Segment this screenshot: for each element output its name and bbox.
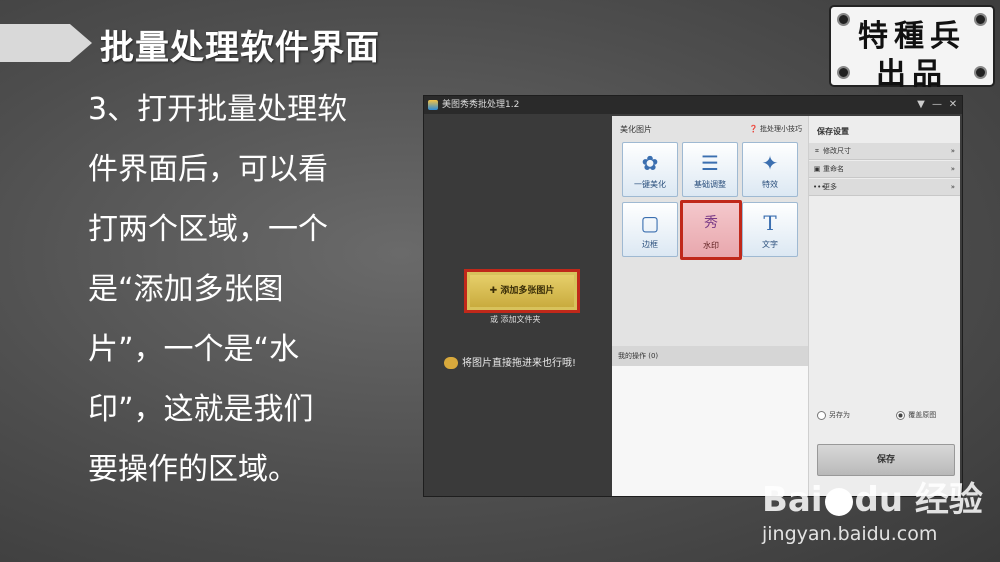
instruction-line: 印”，这就是我们	[88, 392, 314, 427]
window-title: 美图秀秀批处理1.2	[442, 100, 520, 110]
tool-effects[interactable]: ✦ 特效	[742, 142, 798, 197]
save-as-option[interactable]: 另存为	[817, 410, 850, 420]
rename-icon: ▣	[813, 165, 821, 173]
beautify-panel: 美化图片 ❓ 批处理小技巧 ✿ 一键美化 ☰ 基础调整 ✦ 特效 ▢ 边框 秀 …	[612, 116, 808, 496]
bee-mascot-icon	[444, 357, 458, 369]
paw-logo-icon	[824, 487, 853, 516]
text-icon: T	[763, 211, 777, 235]
resize-row[interactable]: ⌗ 修改尺寸 »	[809, 143, 960, 160]
stamp-line-2: 出品	[876, 57, 948, 92]
slide-title: 批量处理软件界面	[100, 28, 380, 68]
rename-row[interactable]: ▣ 重命名 »	[809, 161, 960, 178]
radio-selected-icon	[896, 410, 906, 420]
instruction-line: 片”，一个是“水	[88, 332, 300, 367]
sliders-icon: ☰	[701, 151, 719, 175]
row-label: 修改尺寸	[823, 147, 851, 155]
add-images-highlight: ✚ 添加多张图片	[464, 269, 580, 313]
instruction-text: 3、打开批量处理软 件界面后，可以看 打两个区域，一个 是“添加多张图 片”，一…	[88, 80, 388, 500]
add-folder-link[interactable]: 或 添加文件夹	[490, 314, 541, 325]
app-logo-icon	[428, 100, 438, 110]
save-mode-options: 另存为 覆盖原图	[817, 410, 936, 420]
frame-icon: ▢	[640, 211, 660, 235]
crop-icon: ⌗	[815, 147, 819, 155]
watermark-icon: 秀	[704, 215, 718, 231]
radio-icon	[817, 410, 826, 420]
magic-wand-icon: ✦	[761, 151, 779, 175]
drag-hint-text: 将图片直接拖进来也行哦!	[462, 358, 577, 369]
instruction-line: 件界面后，可以看	[88, 152, 328, 187]
title-arrow-decoration	[0, 24, 92, 62]
row-label: 更多	[823, 183, 837, 191]
tool-label: 文字	[762, 240, 778, 249]
instruction-line: 3、打开批量处理软	[88, 92, 348, 127]
instruction-line: 是“添加多张图	[88, 272, 284, 307]
tool-label: 一键美化	[634, 180, 666, 189]
tool-label: 特效	[762, 180, 778, 189]
chevron-right-icon: »	[950, 183, 955, 191]
watermark-site: jingyan.baidu.com	[762, 523, 938, 545]
tool-one-click-beautify[interactable]: ✿ 一键美化	[622, 142, 678, 197]
image-drop-area[interactable]: ✚ 添加多张图片 或 添加文件夹 将图片直接拖进来也行哦!	[424, 114, 612, 496]
add-images-button[interactable]: ✚ 添加多张图片	[470, 275, 574, 307]
more-icon: •••	[813, 183, 826, 191]
overwrite-label: 覆盖原图	[908, 411, 937, 419]
save-settings-panel: 保存设置 ⌗ 修改尺寸 » ▣ 重命名 » ••• 更多 » 另存为 覆盖原图 …	[808, 116, 960, 496]
chevron-right-icon: »	[950, 147, 955, 155]
row-label: 重命名	[823, 165, 844, 173]
tool-label: 水印	[703, 241, 719, 250]
brand-part: 经验	[914, 480, 983, 520]
author-stamp: 特種兵 出品	[829, 5, 995, 92]
flower-icon: ✿	[641, 151, 659, 175]
chevron-right-icon: »	[950, 165, 955, 173]
tool-label: 基础调整	[694, 180, 726, 189]
window-titlebar[interactable]: 美图秀秀批处理1.2 ▼ — ✕	[424, 96, 962, 114]
close-button[interactable]: ✕	[946, 96, 960, 114]
baidu-jingyan-watermark: Bai du 经验 jingyan.baidu.com	[762, 472, 983, 545]
watermark-brand: Bai du 经验	[762, 472, 983, 521]
overwrite-option[interactable]: 覆盖原图	[896, 410, 937, 420]
batch-app-window: 美图秀秀批处理1.2 ▼ — ✕ ✚ 添加多张图片 或 添加文件夹 将图片直接拖…	[423, 95, 963, 497]
menu-icon[interactable]: ▼	[914, 96, 928, 114]
tool-frame[interactable]: ▢ 边框	[622, 202, 678, 257]
save-settings-heading: 保存设置	[817, 127, 849, 136]
tool-text[interactable]: T 文字	[742, 202, 798, 257]
instruction-line: 打两个区域，一个	[88, 212, 328, 247]
minimize-button[interactable]: —	[930, 96, 944, 114]
tool-basic-adjust[interactable]: ☰ 基础调整	[682, 142, 738, 197]
batch-tips-link[interactable]: ❓ 批处理小技巧	[749, 124, 802, 134]
save-as-label: 另存为	[829, 411, 850, 419]
instruction-line: 要操作的区域。	[88, 452, 298, 487]
more-row[interactable]: ••• 更多 »	[809, 179, 960, 196]
brand-part: du	[854, 480, 904, 520]
beautify-heading: 美化图片	[620, 125, 652, 134]
tool-watermark[interactable]: 秀 水印	[680, 200, 742, 260]
brand-part: Bai	[762, 480, 823, 520]
tool-label: 边框	[642, 240, 658, 249]
drag-hint: 将图片直接拖进来也行哦!	[444, 354, 576, 369]
my-operations-header: 我的操作 (0)	[612, 346, 808, 366]
